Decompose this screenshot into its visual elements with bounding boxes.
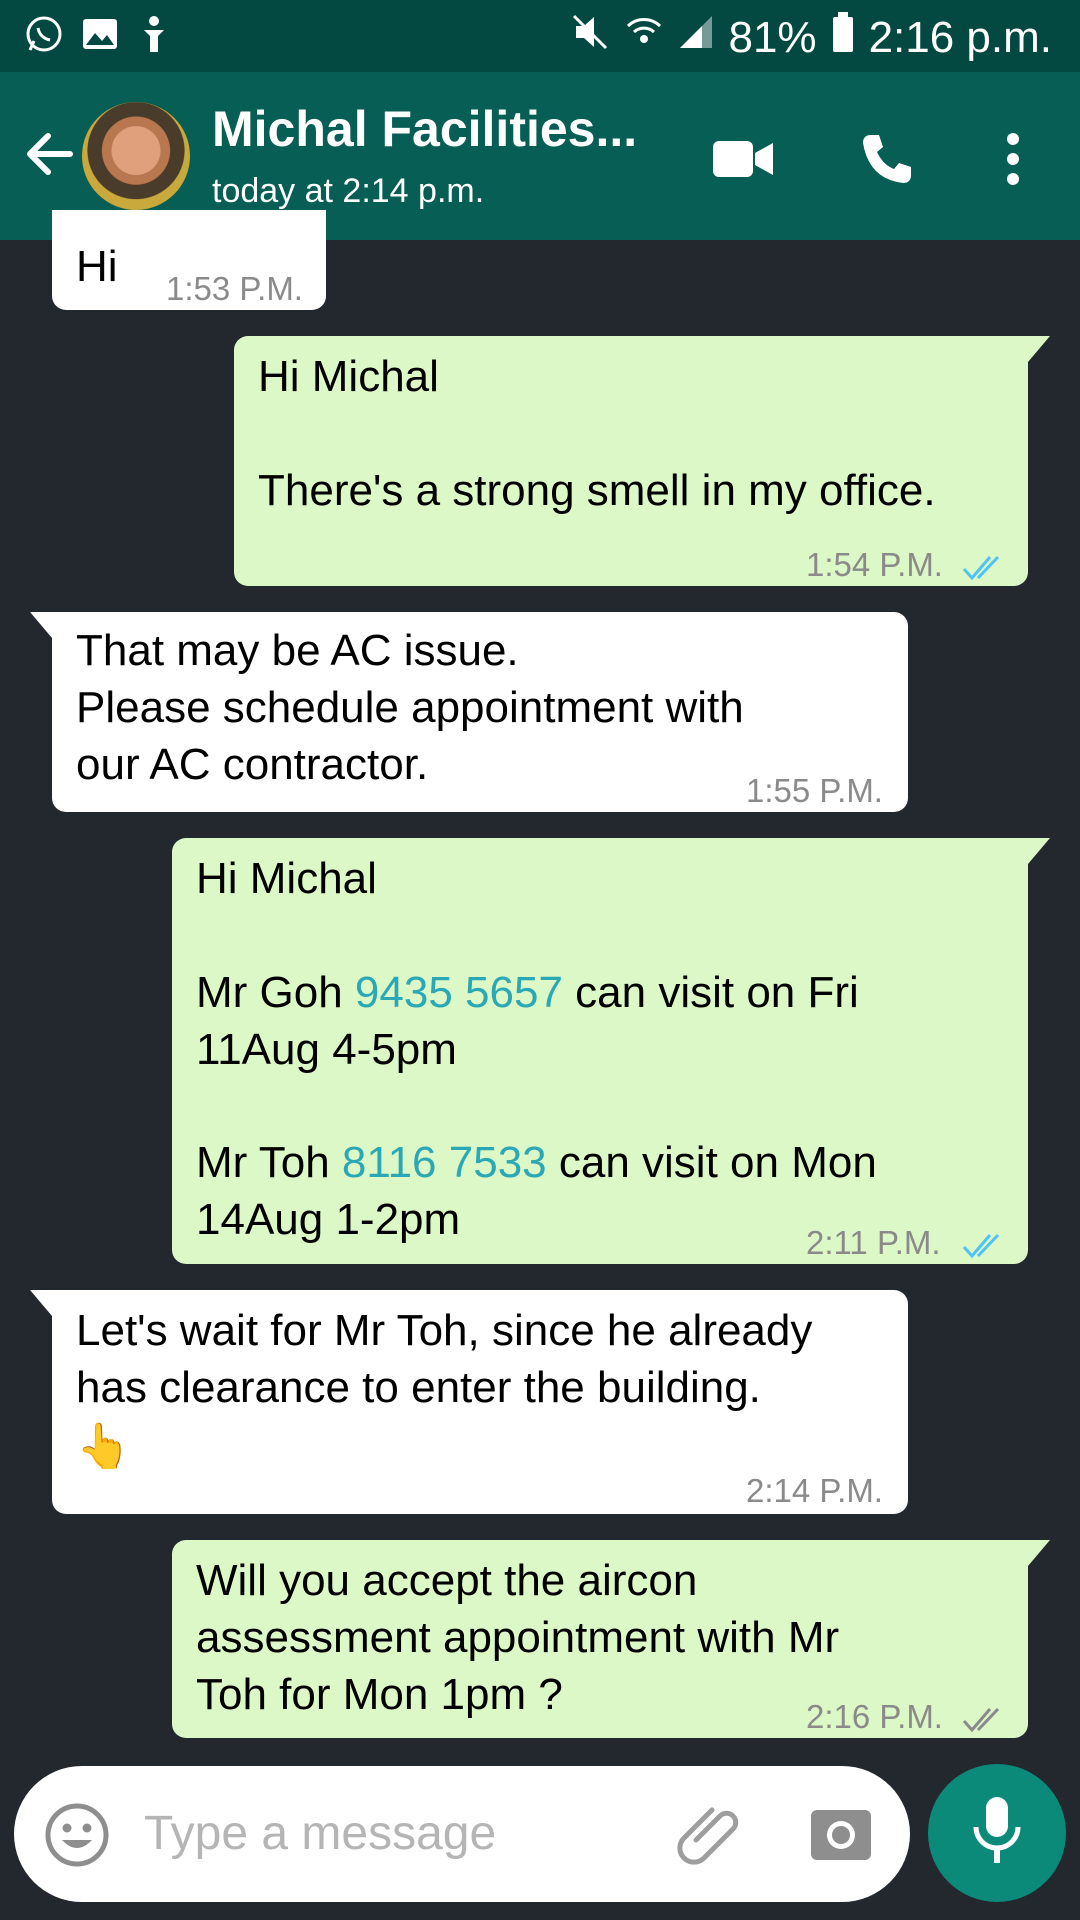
- message-outgoing[interactable]: Will you accept the aircon assessment ap…: [172, 1540, 1050, 1738]
- message-time: 1:53 P.M.: [166, 270, 303, 307]
- message-text: Mr Toh: [196, 1138, 342, 1187]
- message-incoming[interactable]: Let's wait for Mr Toh, since he already …: [30, 1290, 908, 1514]
- message-incoming[interactable]: That may be AC issue. Please schedule ap…: [30, 612, 908, 812]
- battery-percent: 81%: [728, 12, 817, 62]
- phone-link[interactable]: 9435 5657: [355, 968, 563, 1017]
- message-input-bar: Type a message: [14, 1766, 910, 1902]
- message-text: There's a strong smell in my office.: [258, 466, 936, 515]
- message-time: 2:11 P.M.: [806, 1224, 941, 1261]
- message-text: can visit on Mon: [546, 1138, 877, 1187]
- message-time: 1:55 P.M.: [746, 772, 883, 809]
- mic-icon: [972, 1795, 1022, 1872]
- attach-icon[interactable]: [676, 1800, 746, 1875]
- message-text: 14Aug 1-2pm: [196, 1195, 461, 1244]
- message-time: 1:54 P.M.: [806, 546, 943, 583]
- back-arrow-icon[interactable]: [18, 122, 82, 186]
- phone-link[interactable]: 8116 7533: [342, 1138, 547, 1187]
- message-text: assessment appointment with Mr: [196, 1613, 840, 1662]
- message-text: Please schedule appointment with: [76, 683, 744, 732]
- message-text: Will you accept the aircon: [196, 1556, 698, 1605]
- emoji-icon[interactable]: [44, 1802, 110, 1873]
- message-time: 2:16 P.M.: [806, 1698, 943, 1735]
- video-call-icon[interactable]: [708, 124, 778, 194]
- whatsapp-icon: [24, 14, 64, 59]
- message-text: has clearance to enter the building.: [76, 1363, 761, 1412]
- message-text: Hi: [76, 242, 118, 291]
- emoji: 👆: [76, 1421, 131, 1472]
- delivered-ticks-icon: [962, 1692, 1008, 1749]
- message-outgoing[interactable]: Hi Michal Mr Goh 9435 5657 can visit on …: [172, 838, 1050, 1264]
- message-text: That may be AC issue.: [76, 626, 519, 675]
- battery-icon: [831, 10, 855, 65]
- status-bar: 81% 2:16 p.m.: [0, 0, 1080, 72]
- signal-icon: [678, 12, 714, 63]
- accessibility-icon: [136, 14, 172, 59]
- mic-button[interactable]: [928, 1764, 1066, 1902]
- voice-call-icon[interactable]: [852, 124, 922, 194]
- message-text: Toh for Mon 1pm ?: [196, 1670, 563, 1719]
- mute-icon: [570, 12, 610, 63]
- message-line: Mr Toh 8116 7533 can visit on Mon: [196, 1134, 877, 1191]
- last-seen: today at 2:14 p.m.: [212, 172, 485, 210]
- message-input[interactable]: Type a message: [144, 1806, 496, 1861]
- camera-icon[interactable]: [810, 1806, 872, 1867]
- more-options-icon[interactable]: [978, 124, 1048, 194]
- read-ticks-icon: [962, 1218, 1008, 1275]
- message-text: Hi Michal: [258, 352, 439, 401]
- message-incoming[interactable]: Hi 1:53 P.M.: [52, 210, 326, 310]
- contact-name[interactable]: Michal Facilities...: [212, 100, 637, 158]
- message-text: Mr Goh: [196, 968, 355, 1017]
- wifi-icon: [624, 12, 664, 63]
- message-time: 2:14 P.M.: [746, 1472, 883, 1509]
- gallery-icon: [80, 14, 120, 59]
- status-time: 2:16 p.m.: [868, 12, 1052, 62]
- avatar[interactable]: [82, 102, 190, 210]
- message-text: 11Aug 4-5pm: [196, 1025, 457, 1074]
- message-text: Let's wait for Mr Toh, since he already: [76, 1306, 813, 1355]
- message-text: our AC contractor.: [76, 740, 429, 789]
- message-text: can visit on Fri: [562, 968, 859, 1017]
- read-ticks-icon: [962, 540, 1008, 597]
- message-line: Mr Goh 9435 5657 can visit on Fri: [196, 964, 859, 1021]
- message-outgoing[interactable]: Hi Michal There's a strong smell in my o…: [234, 336, 1050, 586]
- message-text: Hi Michal: [196, 854, 377, 903]
